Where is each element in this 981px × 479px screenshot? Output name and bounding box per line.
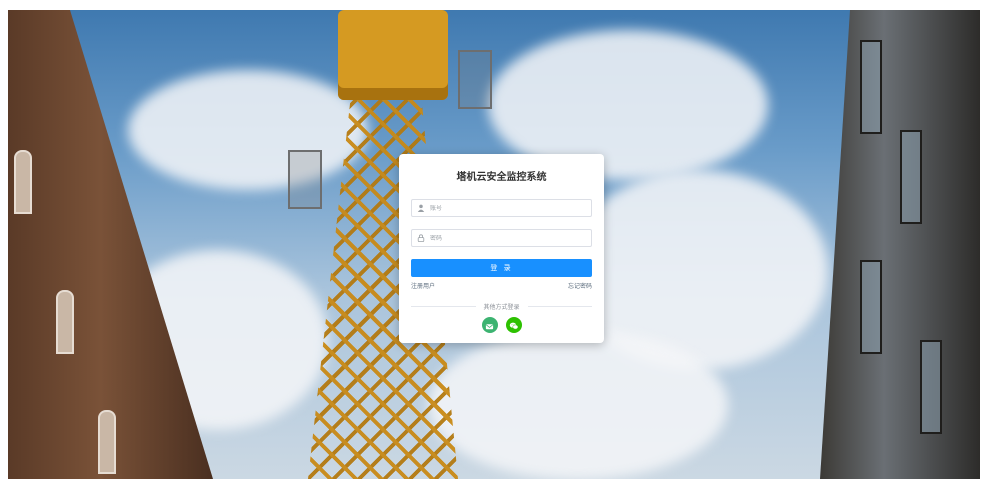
- crane-cage: [458, 50, 492, 109]
- social-login: [411, 317, 592, 333]
- login-title: 塔机云安全监控系统: [456, 172, 547, 183]
- wechat-icon: [509, 316, 519, 335]
- auth-links: 注册用户 忘记密码: [411, 281, 592, 290]
- other-login-label: 其他方式登录: [483, 304, 520, 311]
- window: [860, 260, 882, 354]
- email-icon: [485, 316, 494, 335]
- password-field[interactable]: [411, 229, 592, 247]
- window: [900, 130, 922, 224]
- lock-icon: [416, 233, 426, 243]
- other-login-divider: 其他方式登录: [411, 302, 593, 311]
- password-input[interactable]: [430, 234, 591, 242]
- login-card: 塔机云安全监控系统 登 录 注册用户 忘记密码 其他方式登录: [399, 154, 604, 343]
- crane-cage: [288, 150, 322, 209]
- window: [56, 290, 74, 354]
- forgot-password-link[interactable]: 忘记密码: [568, 281, 592, 290]
- register-link[interactable]: 注册用户: [411, 281, 435, 290]
- right-building: [820, 10, 980, 479]
- divider-line: [411, 306, 476, 307]
- cloud: [428, 330, 728, 479]
- window: [98, 410, 116, 474]
- wechat-login-button[interactable]: [505, 316, 522, 335]
- username-field[interactable]: [411, 199, 592, 217]
- username-input[interactable]: [430, 204, 591, 212]
- crane-cab: [338, 10, 448, 100]
- cloud: [128, 70, 368, 190]
- window: [860, 40, 882, 134]
- login-button[interactable]: 登 录: [411, 259, 592, 277]
- divider-line: [527, 306, 593, 307]
- window: [14, 150, 32, 214]
- user-icon: [416, 203, 426, 213]
- window: [920, 340, 942, 434]
- email-login-button[interactable]: [481, 316, 498, 335]
